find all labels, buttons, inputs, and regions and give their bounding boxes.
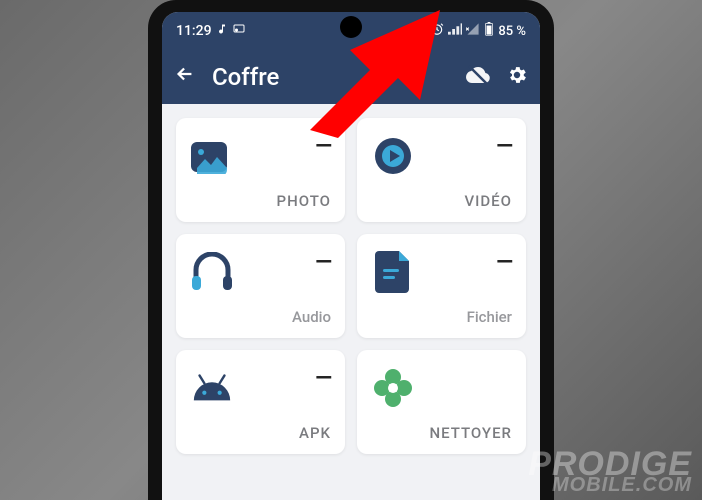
apk-icon: [190, 366, 234, 410]
alarm-icon: [430, 22, 444, 40]
card-count: —: [315, 134, 331, 159]
card-label: PHOTO: [190, 192, 331, 210]
card-label: APK: [190, 424, 331, 442]
card-apk[interactable]: — APK: [176, 350, 345, 454]
clean-icon: [371, 366, 415, 410]
settings-icon[interactable]: [506, 64, 528, 90]
signal-icon: [448, 23, 462, 39]
photo-icon: [190, 134, 234, 178]
video-icon: [371, 134, 415, 178]
battery-icon: [484, 22, 494, 40]
music-note-icon: [216, 23, 228, 39]
status-left: 11:29: [176, 23, 246, 39]
battery-text: 85 %: [498, 24, 526, 39]
card-video[interactable]: — VIDÉO: [357, 118, 526, 222]
screen: 11:29: [162, 12, 540, 500]
camera-notch: [340, 16, 362, 38]
card-label: Fichier: [371, 308, 512, 326]
status-time: 11:29: [176, 23, 212, 39]
card-audio[interactable]: — Audio: [176, 234, 345, 338]
cloud-off-icon[interactable]: [466, 63, 490, 91]
phone-frame: 11:29: [148, 0, 554, 500]
card-clean[interactable]: NETTOYER: [357, 350, 526, 454]
signal-x-icon: [466, 23, 480, 39]
app-bar: Coffre: [162, 50, 540, 104]
appbar-actions: [466, 63, 528, 91]
cast-icon: [232, 23, 246, 39]
card-photo[interactable]: — PHOTO: [176, 118, 345, 222]
status-right: 85 %: [430, 22, 526, 40]
card-count: —: [496, 250, 512, 275]
category-grid: — PHOTO — VIDÉO —: [162, 104, 540, 468]
watermark: PRODIGE MOBILE.COM: [528, 450, 692, 494]
watermark-line2: MOBILE.COM: [528, 477, 692, 494]
card-label: VIDÉO: [371, 192, 512, 210]
card-count: —: [315, 366, 331, 391]
file-icon: [371, 250, 415, 294]
audio-icon: [190, 250, 234, 294]
card-count: —: [496, 134, 512, 159]
card-label: Audio: [190, 308, 331, 326]
page-title: Coffre: [212, 63, 450, 91]
card-count: —: [315, 250, 331, 275]
card-file[interactable]: — Fichier: [357, 234, 526, 338]
card-label: NETTOYER: [371, 424, 512, 442]
back-button[interactable]: [174, 63, 196, 91]
